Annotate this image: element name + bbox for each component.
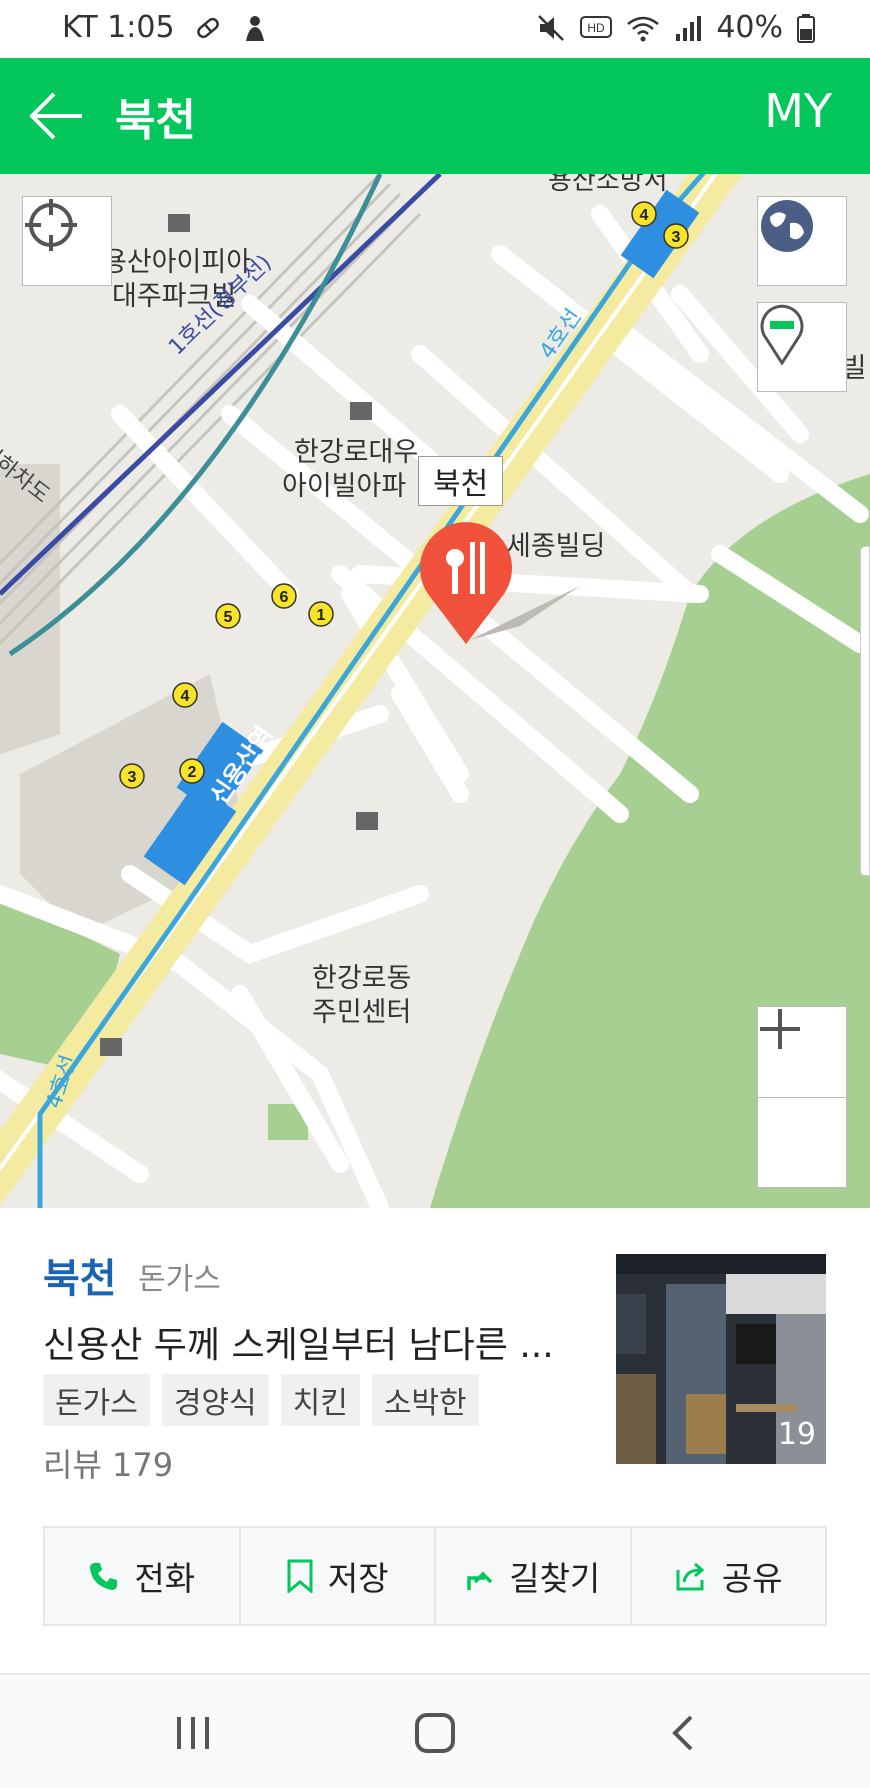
back-nav-button[interactable] [652, 1705, 712, 1761]
my-button[interactable]: MY [764, 84, 832, 138]
home-button[interactable] [405, 1705, 465, 1761]
zoom-controls [757, 1006, 847, 1188]
save-button[interactable]: 저장 [241, 1528, 436, 1624]
share-icon [676, 1562, 705, 1591]
status-left: KT 1:05 [62, 10, 269, 45]
share-button[interactable]: 공유 [632, 1528, 826, 1624]
minus-icon [760, 1027, 800, 1031]
svg-text:5: 5 [224, 609, 233, 626]
place-category: 돈가스 [138, 1262, 221, 1297]
directions-arrow-icon [467, 1571, 493, 1590]
place-info-panel[interactable]: 북천 돈가스 신용산 두께 스케일부터 남다른 ... 돈가스 경양식 치킨 소… [0, 1208, 870, 1673]
globe-button[interactable] [757, 196, 847, 286]
map-canvas: 4 3 6 5 1 4 3 2 [0, 174, 870, 1208]
photo-count: 19 [777, 1417, 816, 1452]
back-button[interactable] [28, 88, 88, 144]
map-label-top-cut: 용산소방서 [548, 174, 668, 196]
system-nav-bar [0, 1673, 870, 1788]
action-bar: 전화 저장 길찾기 공유 [43, 1526, 827, 1626]
signal-icon [676, 15, 702, 41]
recent-apps-button[interactable] [163, 1705, 223, 1761]
back-arrow-icon [29, 92, 82, 140]
svg-text:HD: HD [588, 21, 606, 35]
svg-text:1: 1 [317, 607, 326, 624]
svg-text:3: 3 [128, 769, 137, 786]
carrier-time: KT 1:05 [62, 10, 175, 45]
map-view[interactable]: 4 3 6 5 1 4 3 2 용산소방서 용산아이피아 대주파크빌 1호선(경… [0, 174, 870, 1208]
directions-label: 길찾기 [509, 1559, 601, 1598]
hd-icon: HD [580, 15, 613, 38]
place-photo-thumbnail[interactable]: 19 [616, 1254, 826, 1464]
svg-text:3: 3 [672, 229, 681, 246]
wifi-icon [627, 16, 660, 41]
bixby-icon [245, 15, 264, 41]
marker-callout: 북천 [418, 456, 504, 506]
review-count[interactable]: 리뷰 179 [43, 1440, 173, 1486]
directions-button[interactable]: 길찾기 [436, 1528, 632, 1624]
home-icon [415, 1713, 455, 1753]
svg-text:2: 2 [188, 764, 197, 781]
share-label: 공유 [721, 1559, 783, 1598]
save-label: 저장 [327, 1559, 389, 1598]
location-pin-button[interactable] [757, 302, 847, 392]
pill-icon [196, 17, 219, 38]
status-bar: KT 1:05 HD 40% [0, 0, 870, 58]
svg-text:4: 4 [181, 688, 190, 705]
map-pin-icon [760, 304, 804, 365]
tag-item: 치킨 [280, 1374, 360, 1426]
svg-text:4: 4 [640, 207, 649, 224]
bookmark-icon [287, 1559, 313, 1593]
mute-icon [538, 14, 565, 41]
status-right: HD 40% [536, 10, 815, 45]
map-label-hangang-apt-b: 아이빌아파 [282, 471, 407, 502]
chevron-left-icon [672, 1715, 693, 1751]
place-name[interactable]: 북천 [43, 1246, 117, 1304]
top-header: 북천 MY [0, 58, 870, 174]
current-location-button[interactable] [22, 196, 112, 286]
tag-item: 돈가스 [43, 1374, 150, 1426]
phone-icon [90, 1563, 118, 1590]
globe-icon [761, 200, 813, 252]
tag-list: 돈가스 경양식 치킨 소박한 [43, 1374, 479, 1426]
battery-percent: 40% [716, 10, 783, 45]
tag-item: 소박한 [371, 1374, 479, 1426]
recent-apps-icon [177, 1717, 209, 1749]
battery-icon [797, 13, 815, 43]
call-button[interactable]: 전화 [45, 1528, 241, 1624]
map-label-community-center-b: 주민센터 [312, 997, 412, 1028]
crosshair-icon [25, 199, 77, 251]
restaurant-marker[interactable] [414, 518, 518, 646]
zoom-out-button[interactable] [758, 1027, 846, 1188]
call-label: 전화 [134, 1559, 196, 1598]
tag-item: 경양식 [161, 1374, 269, 1426]
place-description: 신용산 두께 스케일부터 남다른 ... [43, 1325, 554, 1366]
svg-text:6: 6 [280, 589, 289, 606]
restaurant-pin-icon [420, 522, 512, 644]
map-scroll-handle[interactable] [860, 546, 870, 876]
page-title: 북천 [115, 95, 196, 146]
map-label-sejong: 세종빌딩 [506, 531, 606, 562]
